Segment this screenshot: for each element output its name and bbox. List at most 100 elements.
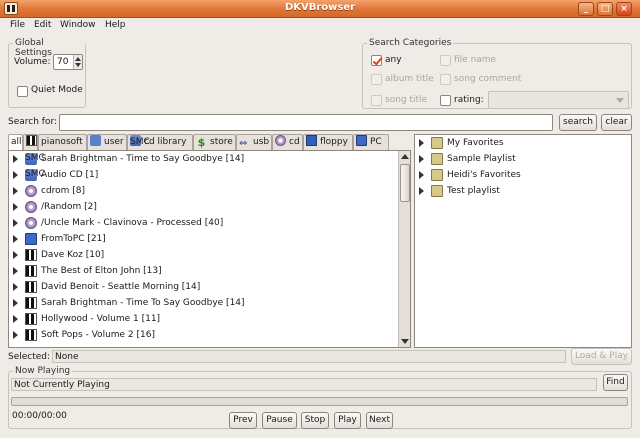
menu-window[interactable]: Window bbox=[60, 20, 96, 30]
tab-pianosoft[interactable]: pianosoft bbox=[38, 134, 87, 150]
expand-arrow-icon[interactable] bbox=[13, 315, 18, 323]
playback-progress[interactable] bbox=[11, 397, 628, 406]
tab-cd-library[interactable]: cd library bbox=[127, 134, 193, 150]
cd-icon bbox=[25, 201, 37, 213]
scroll-up-icon[interactable] bbox=[401, 154, 409, 159]
global-settings-group: Global Settings Volume: 70 Quiet Mode bbox=[8, 38, 86, 108]
scroll-down-icon[interactable] bbox=[401, 339, 409, 344]
menu-edit[interactable]: Edit bbox=[34, 20, 51, 30]
playlist-list[interactable]: My Favorites Sample Playlist Heidi's Favor… bbox=[414, 134, 632, 348]
maximize-button[interactable]: □ bbox=[597, 2, 613, 16]
expand-arrow-icon[interactable] bbox=[13, 219, 18, 227]
tab-pc[interactable]: PC bbox=[353, 134, 389, 150]
playlist-row-label: My Favorites bbox=[447, 138, 504, 148]
song-comment-checkbox[interactable] bbox=[440, 74, 451, 85]
library-scrollbar[interactable] bbox=[398, 151, 410, 347]
volume-spin-buttons[interactable] bbox=[73, 55, 82, 69]
menu-help[interactable]: Help bbox=[105, 20, 126, 30]
any-checkbox[interactable] bbox=[371, 55, 382, 66]
spin-up-icon[interactable] bbox=[75, 57, 81, 61]
spin-down-icon[interactable] bbox=[75, 63, 81, 67]
folder-icon bbox=[431, 153, 443, 165]
rating-checkbox[interactable] bbox=[440, 95, 451, 106]
library-row[interactable]: David Benoit - Seattle Morning [14] bbox=[9, 279, 410, 295]
library-row[interactable]: Sarah Brightman - Time to Say Goodbye [1… bbox=[9, 151, 410, 167]
stop-button[interactable]: Stop bbox=[301, 412, 329, 429]
playlist-row[interactable]: Sample Playlist bbox=[415, 151, 631, 167]
library-row-label: FromToPC [21] bbox=[41, 234, 106, 244]
library-row[interactable]: Sarah Brightman - Time To Say Goodbye [1… bbox=[9, 295, 410, 311]
library-list[interactable]: Sarah Brightman - Time to Say Goodbye [1… bbox=[8, 150, 411, 348]
tab-user[interactable]: user bbox=[87, 134, 127, 150]
folder-icon bbox=[431, 185, 443, 197]
expand-arrow-icon[interactable] bbox=[13, 171, 18, 179]
expand-arrow-icon[interactable] bbox=[13, 331, 18, 339]
library-row[interactable]: Audio CD [1] bbox=[9, 167, 410, 183]
library-row[interactable]: Soft Pops - Volume 2 [16] bbox=[9, 327, 410, 343]
tab-pc-label: PC bbox=[370, 137, 382, 147]
minimize-button[interactable]: _ bbox=[578, 2, 594, 16]
monitor-icon bbox=[25, 233, 37, 245]
expand-arrow-icon[interactable] bbox=[419, 139, 424, 147]
expand-arrow-icon[interactable] bbox=[13, 155, 18, 163]
search-input[interactable] bbox=[59, 114, 553, 131]
expand-arrow-icon[interactable] bbox=[13, 235, 18, 243]
expand-arrow-icon[interactable] bbox=[13, 203, 18, 211]
piano-icon bbox=[25, 249, 37, 261]
find-button[interactable]: Find bbox=[603, 374, 628, 391]
tab-piano[interactable] bbox=[23, 134, 38, 150]
prev-button[interactable]: Prev bbox=[229, 412, 257, 429]
chevron-down-icon bbox=[616, 98, 624, 103]
expand-arrow-icon[interactable] bbox=[419, 171, 424, 179]
load-play-button[interactable]: Load & Play bbox=[571, 348, 632, 365]
expand-arrow-icon[interactable] bbox=[13, 283, 18, 291]
expand-arrow-icon[interactable] bbox=[13, 267, 18, 275]
playlist-row[interactable]: My Favorites bbox=[415, 135, 631, 151]
cd-icon bbox=[275, 135, 286, 146]
playlist-row[interactable]: Test playlist bbox=[415, 183, 631, 199]
library-row[interactable]: cdrom [8] bbox=[9, 183, 410, 199]
expand-arrow-icon[interactable] bbox=[419, 155, 424, 163]
expand-arrow-icon[interactable] bbox=[13, 187, 18, 195]
title-bar: DKVBrowser _ □ × bbox=[0, 0, 640, 18]
menu-file[interactable]: File bbox=[10, 20, 25, 30]
any-label: any bbox=[385, 55, 402, 65]
search-button[interactable]: search bbox=[559, 114, 597, 131]
volume-label: Volume: bbox=[14, 57, 51, 67]
library-row-label: /Uncle Mark - Clavinova - Processed [40] bbox=[41, 218, 224, 228]
library-row[interactable]: Hollywood - Volume 1 [11] bbox=[9, 311, 410, 327]
tab-all[interactable]: all bbox=[8, 134, 23, 151]
next-button[interactable]: Next bbox=[366, 412, 393, 429]
expand-arrow-icon[interactable] bbox=[419, 187, 424, 195]
pause-button[interactable]: Pause bbox=[262, 412, 297, 429]
close-button[interactable]: × bbox=[616, 2, 632, 16]
playlist-row[interactable]: Heidi's Favorites bbox=[415, 167, 631, 183]
library-row[interactable]: Dave Koz [10] bbox=[9, 247, 410, 263]
library-row[interactable]: FromToPC [21] bbox=[9, 231, 410, 247]
clear-button[interactable]: clear bbox=[601, 114, 632, 131]
library-row[interactable]: /Random [2] bbox=[9, 199, 410, 215]
time-display: 00:00/00:00 bbox=[12, 411, 67, 421]
quiet-mode-checkbox[interactable] bbox=[17, 86, 28, 97]
piano-icon bbox=[25, 329, 37, 341]
expand-arrow-icon[interactable] bbox=[13, 251, 18, 259]
library-row-label: /Random [2] bbox=[41, 202, 97, 212]
rating-select[interactable] bbox=[488, 91, 629, 109]
play-button[interactable]: Play bbox=[334, 412, 361, 429]
piano-icon bbox=[26, 135, 37, 146]
library-row[interactable]: /Uncle Mark - Clavinova - Processed [40] bbox=[9, 215, 410, 231]
tab-floppy[interactable]: floppy bbox=[303, 134, 353, 150]
file-name-checkbox[interactable] bbox=[440, 55, 451, 66]
tab-store[interactable]: $ store bbox=[193, 134, 236, 150]
expand-arrow-icon[interactable] bbox=[13, 299, 18, 307]
playlist-row-label: Heidi's Favorites bbox=[447, 170, 521, 180]
library-row[interactable]: The Best of Elton John [13] bbox=[9, 263, 410, 279]
tab-cd[interactable]: cd bbox=[272, 134, 303, 150]
rating-label: rating: bbox=[454, 95, 484, 105]
piano-icon bbox=[25, 313, 37, 325]
tab-usb[interactable]: ⇔ usb bbox=[236, 134, 272, 150]
album-title-checkbox[interactable] bbox=[371, 74, 382, 85]
song-title-checkbox[interactable] bbox=[371, 95, 382, 106]
scroll-thumb[interactable] bbox=[400, 164, 410, 202]
volume-spinner[interactable]: 70 bbox=[53, 54, 83, 70]
